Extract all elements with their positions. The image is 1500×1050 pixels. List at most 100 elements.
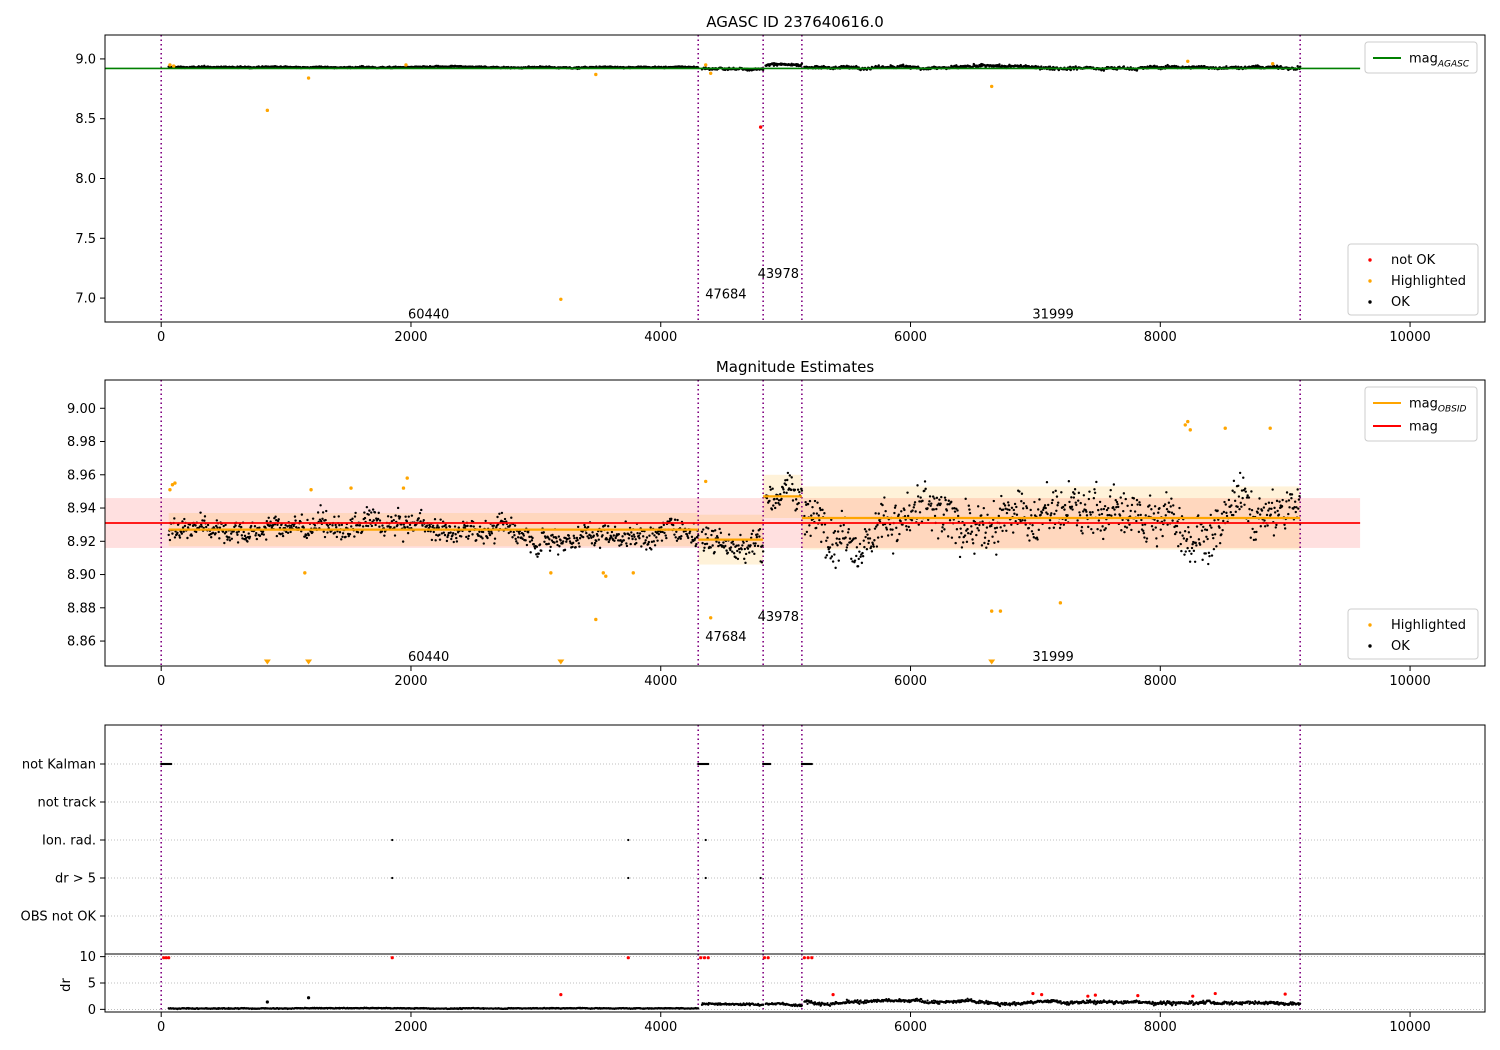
p1-point	[1037, 528, 1041, 532]
p1-point	[1165, 507, 1169, 511]
p2-row-label: not track	[37, 796, 96, 811]
p1-point	[1258, 513, 1262, 516]
p1-point	[326, 524, 330, 528]
p1-point	[613, 525, 617, 529]
p0-point	[1122, 65, 1126, 68]
p1-point	[326, 531, 329, 534]
p1-point	[898, 532, 901, 536]
p1-xtick-label: 4000	[644, 674, 677, 689]
p1-point	[824, 556, 827, 559]
p1-point	[1071, 508, 1074, 511]
p3-series-ok	[167, 997, 1302, 1011]
p1-point	[221, 530, 225, 533]
p1-point	[1051, 498, 1054, 502]
p1-point	[976, 505, 980, 508]
p1-point	[353, 535, 356, 538]
p1-point	[773, 506, 777, 510]
p0-legend-label: Highlighted	[1391, 274, 1466, 289]
p1-point	[1066, 514, 1069, 517]
p1-point	[1138, 503, 1142, 507]
p1-point	[1048, 526, 1051, 530]
p1-point	[742, 541, 745, 544]
p1-point	[1130, 528, 1133, 532]
p1-point	[903, 508, 906, 512]
p1-point	[695, 542, 698, 546]
p1-point	[1177, 545, 1180, 548]
p1-point	[861, 551, 864, 555]
p1-point	[1263, 525, 1267, 528]
p1-point	[1163, 519, 1166, 522]
p1-point	[870, 550, 874, 553]
p1-point	[361, 525, 365, 528]
p1-point	[836, 544, 839, 547]
p1-point	[921, 499, 924, 503]
p1-point	[768, 499, 771, 503]
p1-point	[368, 509, 371, 512]
p1-point	[1110, 514, 1113, 517]
p1-point	[1022, 501, 1026, 505]
p1-point	[1036, 508, 1040, 511]
p0-legend-marker	[1368, 279, 1372, 283]
p1-point	[1298, 494, 1301, 498]
p1-point	[1281, 498, 1284, 502]
p2-flag-point	[704, 838, 707, 842]
p1-point	[286, 531, 290, 535]
p1-point	[885, 528, 889, 531]
p1-point	[690, 541, 693, 544]
p1-point	[417, 517, 420, 520]
p1-point	[583, 523, 586, 527]
p1-point	[370, 511, 373, 514]
p1-point	[676, 518, 679, 522]
p1-point	[713, 550, 716, 554]
p1-point	[978, 523, 981, 527]
p1-point	[437, 526, 440, 529]
p1-point	[1186, 546, 1189, 550]
p0-point	[989, 84, 994, 89]
p1-point	[182, 530, 185, 533]
p1-point	[190, 534, 194, 537]
p1-point	[1195, 544, 1198, 547]
p1-point	[1153, 505, 1157, 508]
p1-point	[258, 534, 262, 538]
p1-point	[1144, 514, 1147, 517]
p1-point	[650, 548, 653, 551]
p1-point	[640, 545, 643, 548]
p1-point	[638, 532, 642, 535]
p1-point	[460, 535, 463, 538]
p1-point	[831, 543, 834, 546]
p1-point	[1029, 508, 1032, 512]
p1-point	[341, 532, 345, 535]
p1-point	[1030, 514, 1033, 517]
p1-point	[500, 511, 504, 515]
p1-point	[998, 609, 1003, 613]
p1-point	[873, 539, 876, 542]
p1-point	[679, 537, 682, 540]
p1-point	[1230, 504, 1233, 507]
p1-point	[812, 512, 815, 515]
p1-point	[1204, 552, 1207, 555]
p1-point	[834, 566, 837, 570]
p1-point	[1089, 513, 1092, 516]
p1-point	[1070, 496, 1073, 499]
p1-point	[1208, 554, 1211, 558]
p1-point	[1152, 528, 1155, 531]
p1-point	[702, 549, 706, 552]
p1-point	[864, 535, 867, 539]
p1-point	[1052, 526, 1056, 529]
p1-point	[782, 491, 786, 494]
p1-point	[785, 491, 788, 495]
p1-point	[1048, 519, 1052, 522]
p1-point	[1237, 484, 1240, 488]
p1-point	[1039, 513, 1042, 517]
p1-point	[290, 524, 293, 528]
p1-point	[1273, 506, 1276, 510]
p1-point	[1142, 529, 1145, 533]
p1-point	[549, 571, 553, 575]
p1-point	[1073, 488, 1077, 491]
p1-point	[1005, 511, 1009, 515]
p1-point	[825, 539, 828, 542]
p1-point	[1243, 487, 1247, 490]
p1-point	[1072, 496, 1076, 499]
p1-point	[533, 547, 537, 550]
p1-point	[537, 552, 540, 555]
